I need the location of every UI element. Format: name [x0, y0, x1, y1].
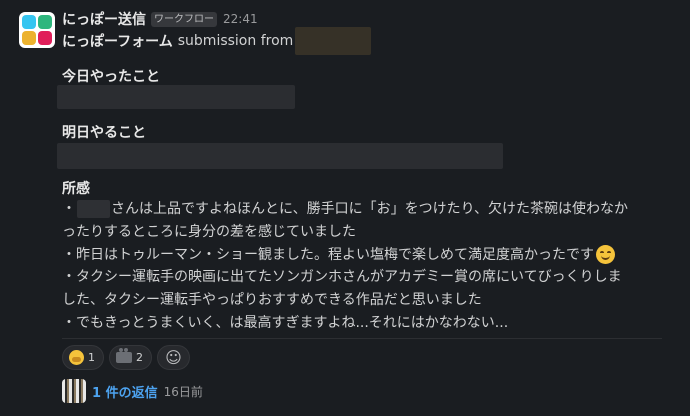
- today-section-title: 今日やったこと: [62, 69, 160, 85]
- thoughts-line: ・タクシー運転手の映画に出てたソンガンホさんがアカデミー賞の席にいてびっくりしま: [62, 269, 622, 286]
- thoughts-body: ・ さんは上品ですよねほんとに、勝手口に「お」をつけたり、欠けた茶碗は使わなか …: [62, 198, 672, 335]
- redacted-tomorrow-content: [57, 143, 503, 169]
- message-header: にっぽー送信 ワークフロー 22:41: [62, 10, 258, 28]
- submission-text: submission from: [177, 33, 294, 49]
- thoughts-line: ったりするところに身分の差を感じていました: [62, 223, 356, 240]
- message-timestamp[interactable]: 22:41: [223, 12, 258, 26]
- hushed-face-icon: [69, 350, 84, 365]
- reaction-count: 2: [136, 351, 143, 364]
- workflow-badge: ワークフロー: [151, 11, 217, 27]
- thoughts-line: した、タクシー運転手やっぱりおすすめできる作品だと思いました: [62, 292, 482, 309]
- replier-avatar[interactable]: [62, 379, 86, 403]
- redacted-name: [77, 200, 110, 219]
- movie-camera-icon: [116, 348, 132, 363]
- thoughts-line: ・昨日はトゥルーマン・ショー観ました。程よい塩梅で楽しめて満足度高かったです: [62, 244, 672, 267]
- thread-summary[interactable]: 1 件の返信 16日前: [62, 378, 203, 404]
- reply-count-link[interactable]: 1 件の返信: [92, 382, 158, 401]
- reactions-bar: 1 2 ☺: [62, 345, 190, 370]
- workflow-message: にっぽー送信 ワークフロー 22:41 にっぽーフォーム submission …: [0, 0, 690, 416]
- add-reaction-button[interactable]: ☺: [157, 345, 190, 370]
- reaction-count: 1: [88, 351, 95, 364]
- form-name: にっぽーフォーム: [62, 34, 173, 50]
- sender-name[interactable]: にっぽー送信: [62, 9, 146, 29]
- last-reply-time: 16日前: [163, 384, 203, 399]
- thoughts-line: ・ さんは上品ですよねほんとに、勝手口に「お」をつけたり、欠けた茶碗は使わなか: [62, 200, 629, 219]
- thoughts-line: ・でもきっとうまくいく、は最高すぎますよね...それにはかなわない...: [62, 314, 509, 331]
- reaction-movie-camera[interactable]: 2: [109, 345, 152, 370]
- form-subtitle: にっぽーフォーム submission from: [62, 27, 372, 55]
- smiling-face-icon[interactable]: [596, 245, 615, 265]
- reaction-hushed-face[interactable]: 1: [62, 345, 104, 370]
- tomorrow-section-title: 明日やること: [62, 125, 146, 141]
- redacted-submitter: [295, 27, 372, 55]
- redacted-today-content: [57, 85, 295, 109]
- reactions-divider: [62, 338, 662, 339]
- thoughts-section-title: 所感: [62, 181, 90, 197]
- workflow-avatar[interactable]: [19, 12, 55, 48]
- add-emoji-icon: ☺: [165, 347, 182, 367]
